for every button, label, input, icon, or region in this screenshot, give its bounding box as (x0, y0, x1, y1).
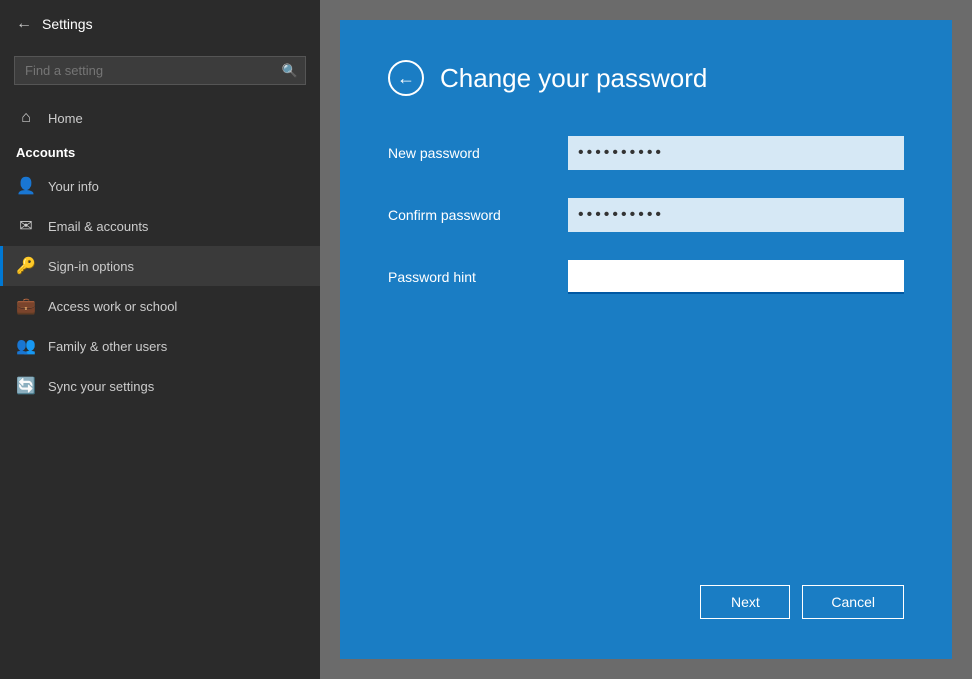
back-arrow-icon[interactable]: ← (16, 15, 32, 33)
email-icon: ✉ (16, 216, 36, 236)
password-hint-input[interactable] (568, 260, 904, 294)
search-icon: 🔍 (282, 63, 298, 79)
sidebar-item-home[interactable]: ⌂ Home (0, 99, 320, 137)
change-password-dialog: ← Change your password New password Conf… (340, 20, 952, 659)
confirm-password-input[interactable] (568, 198, 904, 232)
home-icon: ⌂ (16, 109, 36, 127)
search-box-container: 🔍 (14, 56, 306, 85)
dialog-back-button[interactable]: ← (388, 60, 424, 96)
next-button[interactable]: Next (700, 585, 790, 619)
sidebar-item-your-info-label: Your info (48, 179, 99, 194)
dialog-footer: Next Cancel (388, 565, 904, 619)
sidebar-item-access-work-label: Access work or school (48, 299, 177, 314)
sidebar-item-email-accounts-label: Email & accounts (48, 219, 148, 234)
search-input[interactable] (14, 56, 306, 85)
family-icon: 👥 (16, 336, 36, 356)
password-hint-label: Password hint (388, 269, 568, 285)
dialog-title: Change your password (440, 63, 707, 94)
password-hint-row: Password hint (388, 260, 904, 294)
confirm-password-row: Confirm password (388, 198, 904, 232)
sidebar-item-your-info[interactable]: 👤 Your info (0, 166, 320, 206)
main-content: ← Change your password New password Conf… (320, 0, 972, 679)
sidebar-item-sync-settings[interactable]: 🔄 Sync your settings (0, 366, 320, 406)
your-info-icon: 👤 (16, 176, 36, 196)
section-accounts-label: Accounts (0, 137, 320, 166)
new-password-row: New password (388, 136, 904, 170)
confirm-password-label: Confirm password (388, 207, 568, 223)
sidebar-item-family-users[interactable]: 👥 Family & other users (0, 326, 320, 366)
new-password-input[interactable] (568, 136, 904, 170)
sidebar: ← Settings 🔍 ⌂ Home Accounts 👤 Your info… (0, 0, 320, 679)
sync-icon: 🔄 (16, 376, 36, 396)
sidebar-item-family-label: Family & other users (48, 339, 167, 354)
sidebar-item-access-work-school[interactable]: 💼 Access work or school (0, 286, 320, 326)
new-password-label: New password (388, 145, 568, 161)
work-icon: 💼 (16, 296, 36, 316)
sidebar-item-sign-in-options[interactable]: 🔑 Sign-in options (0, 246, 320, 286)
sidebar-item-home-label: Home (48, 111, 83, 126)
sidebar-item-sign-in-label: Sign-in options (48, 259, 134, 274)
sign-in-icon: 🔑 (16, 256, 36, 276)
sidebar-item-sync-label: Sync your settings (48, 379, 154, 394)
sidebar-title: Settings (42, 16, 93, 32)
dialog-header: ← Change your password (388, 60, 904, 96)
sidebar-item-email-accounts[interactable]: ✉ Email & accounts (0, 206, 320, 246)
sidebar-header: ← Settings (0, 0, 320, 48)
cancel-button[interactable]: Cancel (802, 585, 904, 619)
